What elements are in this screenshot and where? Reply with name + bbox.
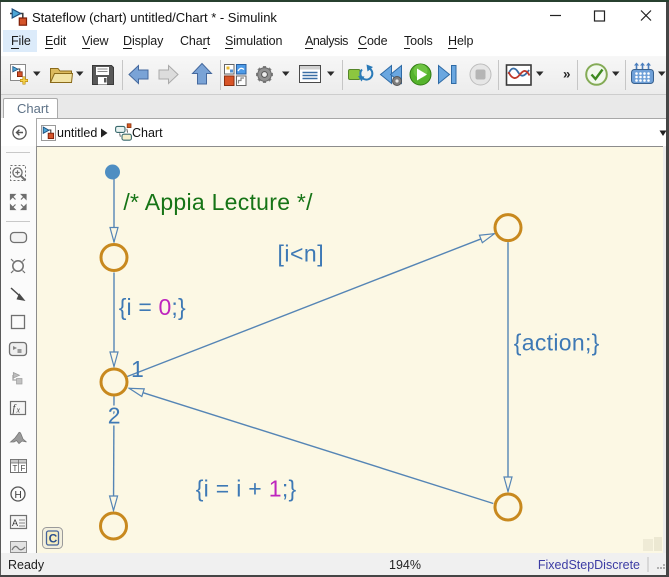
svg-text:{i = i + 1;}: {i = i + 1;} [196, 475, 297, 501]
svg-text:C: C [49, 532, 58, 546]
svg-text:2: 2 [108, 403, 121, 429]
svg-text:T: T [13, 464, 18, 473]
svg-text:»: » [563, 67, 571, 82]
svg-text:/* Appia Lecture */: /* Appia Lecture */ [123, 189, 313, 215]
svg-text:H: H [15, 490, 22, 501]
svg-text:A: A [12, 518, 18, 528]
svg-text:F: F [21, 464, 26, 473]
svg-text:{action;}: {action;} [514, 330, 600, 356]
svg-text:[i<n]: [i<n] [278, 241, 325, 267]
svg-text:{i = 0;}: {i = 0;} [119, 294, 186, 320]
svg-text:x: x [16, 406, 21, 415]
svg-text:1: 1 [131, 356, 144, 382]
